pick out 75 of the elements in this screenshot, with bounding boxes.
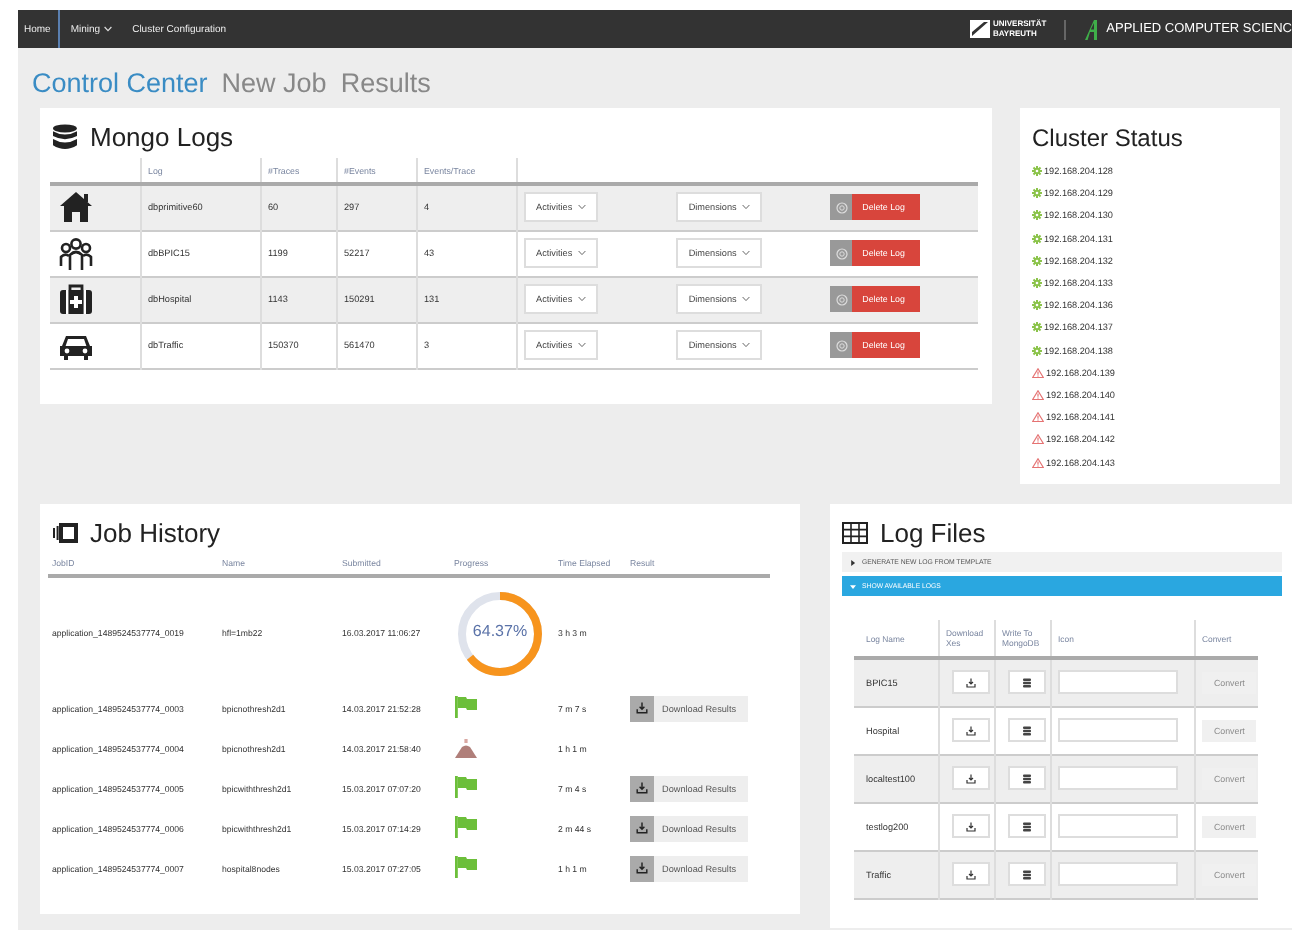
remove-icon — [835, 339, 848, 351]
database-icon — [1021, 725, 1031, 735]
medical-kit-icon — [58, 281, 94, 315]
database-button[interactable] — [1007, 766, 1045, 790]
flag-icon — [454, 696, 478, 718]
caret-icon — [742, 250, 751, 256]
panel-title: Mongo Logs — [90, 121, 234, 151]
gear-icon — [1032, 345, 1042, 356]
gear-icon — [1032, 233, 1042, 244]
download-icon — [636, 822, 648, 834]
letter-a-icon — [1084, 19, 1103, 39]
people-icon — [58, 235, 94, 269]
house-icon — [58, 189, 94, 224]
database-button[interactable] — [1007, 862, 1045, 886]
panel-title: Log Files — [880, 517, 986, 547]
database-icon — [1021, 869, 1031, 879]
caret-icon — [578, 296, 587, 302]
progress-percent: 64.37% — [470, 621, 530, 639]
download-icon — [965, 677, 975, 688]
download-button[interactable] — [951, 814, 989, 838]
download-icon — [636, 702, 648, 714]
gear-icon — [1032, 300, 1042, 311]
warning-icon — [1032, 389, 1044, 400]
input-field[interactable] — [1058, 862, 1178, 886]
gear-icon — [1032, 278, 1042, 289]
caret-icon — [742, 296, 751, 302]
download-icon — [636, 782, 648, 794]
mound-icon — [454, 737, 478, 757]
flag-icon — [454, 856, 478, 878]
university-logo-icon — [969, 20, 989, 38]
warning-icon — [1032, 434, 1044, 445]
caret-icon — [742, 342, 751, 348]
caret-icon — [742, 204, 751, 211]
remove-icon — [835, 201, 848, 214]
caret-icon — [578, 204, 587, 211]
gear-icon — [1032, 255, 1042, 266]
film-icon — [52, 521, 78, 543]
download-icon — [965, 773, 975, 783]
gear-icon — [1032, 322, 1042, 333]
flag-icon — [454, 776, 478, 798]
gear-icon — [1032, 166, 1042, 177]
remove-icon — [835, 247, 848, 259]
database-button[interactable] — [1007, 814, 1045, 838]
input-field[interactable] — [1058, 718, 1178, 742]
database-button[interactable] — [1007, 670, 1045, 695]
warning-icon — [1032, 412, 1044, 423]
gear-icon — [1032, 210, 1042, 221]
download-button[interactable] — [951, 862, 989, 886]
database-icon — [1021, 773, 1031, 783]
gear-icon — [1032, 188, 1042, 199]
flag-icon — [454, 816, 478, 838]
database-icon — [52, 123, 78, 149]
database-button[interactable] — [1007, 718, 1045, 742]
input-field[interactable] — [1058, 670, 1178, 695]
triangle-down-icon — [850, 583, 856, 589]
database-icon — [1021, 821, 1031, 831]
download-button[interactable] — [951, 718, 989, 742]
warning-icon — [1032, 457, 1044, 468]
download-icon — [965, 821, 975, 831]
database-icon — [1021, 677, 1031, 688]
table-grid-icon — [842, 521, 868, 543]
download-button[interactable] — [951, 670, 989, 695]
panel-title: Cluster Status — [1032, 124, 1185, 152]
input-field[interactable] — [1058, 814, 1178, 838]
download-icon — [636, 862, 648, 874]
remove-icon — [835, 293, 848, 305]
warning-icon — [1032, 367, 1044, 378]
download-icon — [965, 725, 975, 735]
triangle-right-icon — [850, 559, 856, 565]
input-field[interactable] — [1058, 766, 1178, 790]
caret-icon — [578, 250, 587, 256]
download-button[interactable] — [951, 766, 989, 790]
download-icon — [965, 869, 975, 879]
caret-icon — [578, 342, 587, 348]
panel-title: Job History — [90, 517, 221, 547]
